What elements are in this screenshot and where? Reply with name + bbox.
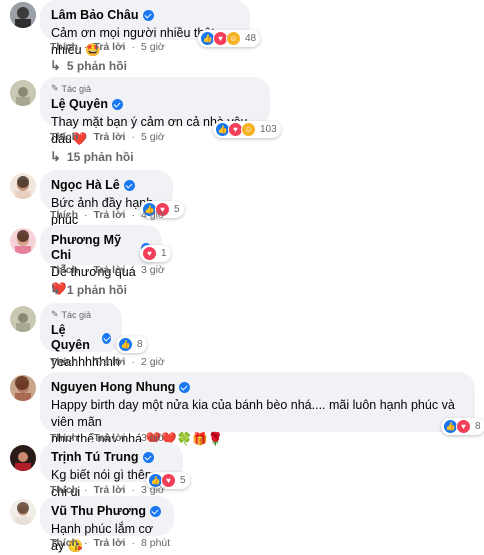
reply-button[interactable]: Trả lời [94, 131, 126, 143]
verified-badge-icon [150, 506, 162, 517]
reply-arrow-icon: ↳ [50, 282, 61, 297]
care-reaction-icon: ☺ [226, 31, 241, 46]
reaction-count: 8 [137, 339, 143, 350]
reply-button[interactable]: Trả lời [94, 537, 126, 549]
replies-count: 1 phản hồi [66, 283, 127, 297]
love-reaction-icon: ♥ [142, 246, 157, 261]
avatar[interactable] [10, 173, 36, 199]
author-tag: Tác giả [61, 83, 92, 94]
care-reaction-icon: ☺ [241, 122, 256, 137]
reaction-summary[interactable]: ♥ 1 [140, 245, 171, 262]
reply-button[interactable]: Trả lời [94, 264, 126, 276]
comment-time[interactable]: 2 giờ [141, 356, 165, 368]
avatar[interactable] [10, 499, 36, 525]
reaction-count: 5 [180, 475, 186, 486]
avatar[interactable] [10, 306, 36, 332]
reaction-count: 5 [174, 204, 180, 215]
comment-bubble: Vũ Thu Phương Hạnh phúc lắm cơ ấy 😘 [40, 496, 174, 553]
avatar[interactable] [10, 80, 36, 106]
commenter-name[interactable]: Phương Mỹ Chi [51, 233, 137, 263]
comment-time[interactable]: 3 giờ [141, 484, 165, 496]
like-reaction-icon: 👍 [118, 337, 133, 352]
reply-button[interactable]: Trả lời [94, 41, 126, 53]
reply-arrow-icon: ↳ [50, 58, 61, 73]
verified-badge-icon [179, 382, 191, 393]
replies-count: 15 phản hồi [66, 150, 134, 164]
view-replies-link[interactable]: ↳ 1 phản hồi [50, 282, 127, 298]
avatar[interactable] [10, 375, 36, 401]
commenter-name[interactable]: Vũ Thu Phương [51, 504, 146, 519]
author-tag: Tác giả [61, 309, 92, 320]
reaction-count: 103 [260, 124, 277, 135]
commenter-name[interactable]: Lệ Quyên [51, 323, 98, 353]
comment-bubble: ✎ Tác giả Lệ Quyên Thay mặt bạn ý cảm ơn … [40, 77, 270, 146]
comment-time[interactable]: 5 giờ [141, 131, 165, 143]
verified-badge-icon [142, 10, 154, 21]
reply-button[interactable]: Trả lời [94, 356, 126, 368]
avatar[interactable] [10, 228, 36, 254]
verified-badge-icon [101, 332, 111, 344]
love-reaction-icon: ♥ [456, 419, 471, 434]
reply-button[interactable]: Trả lời [94, 484, 126, 496]
like-button[interactable]: Thích [50, 41, 78, 53]
replies-count: 5 phản hồi [66, 59, 127, 73]
comment-time[interactable]: 3 giờ [141, 264, 165, 276]
reaction-summary[interactable]: 👍 ♥ 8 [441, 418, 484, 435]
reaction-count: 8 [475, 421, 481, 432]
author-tag-icon: ✎ [51, 309, 59, 319]
author-tag-icon: ✎ [51, 83, 59, 93]
like-button[interactable]: Thích [50, 209, 78, 221]
avatar[interactable] [10, 445, 36, 471]
verified-badge-icon [142, 452, 154, 463]
comment-bubble: Nguyen Hong Nhung Happy birth day một nử… [40, 372, 475, 446]
comment-time[interactable]: 4 giờ [141, 209, 165, 221]
commenter-name[interactable]: Lệ Quyên [51, 97, 108, 112]
like-button[interactable]: Thích [50, 131, 78, 143]
reaction-summary[interactable]: 👍 8 [116, 336, 147, 353]
reply-arrow-icon: ↳ [50, 149, 61, 164]
reaction-count: 1 [161, 248, 167, 259]
verified-badge-icon [111, 99, 123, 110]
like-button[interactable]: Thích [50, 484, 78, 496]
comment-time[interactable]: 5 giờ [141, 41, 165, 53]
commenter-name[interactable]: Trịnh Tú Trung [51, 450, 139, 465]
like-button[interactable]: Thích [50, 356, 78, 368]
reaction-summary[interactable]: 👍 ♥ ☺ 48 [198, 30, 261, 47]
commenter-name[interactable]: Nguyen Hong Nhung [51, 380, 175, 395]
reaction-summary[interactable]: 👍 ♥ ☺ 103 [213, 121, 281, 138]
like-button[interactable]: Thích [50, 537, 78, 549]
like-button[interactable]: Thích [50, 264, 78, 276]
commenter-name[interactable]: Lâm Bảo Châu [51, 8, 139, 23]
reply-button[interactable]: Trả lời [94, 209, 126, 221]
avatar[interactable] [10, 2, 36, 28]
view-replies-link[interactable]: ↳ 5 phản hồi [50, 58, 127, 74]
reaction-count: 48 [245, 33, 257, 44]
view-replies-link[interactable]: ↳ 15 phản hồi [50, 149, 134, 165]
verified-badge-icon [123, 180, 135, 191]
comment-bubble: ✎ Tác giả Lệ Quyên yeahhhhhhh [40, 303, 122, 369]
commenter-name[interactable]: Ngọc Hà Lê [51, 178, 120, 193]
comment-time[interactable]: 8 phút [141, 537, 170, 549]
